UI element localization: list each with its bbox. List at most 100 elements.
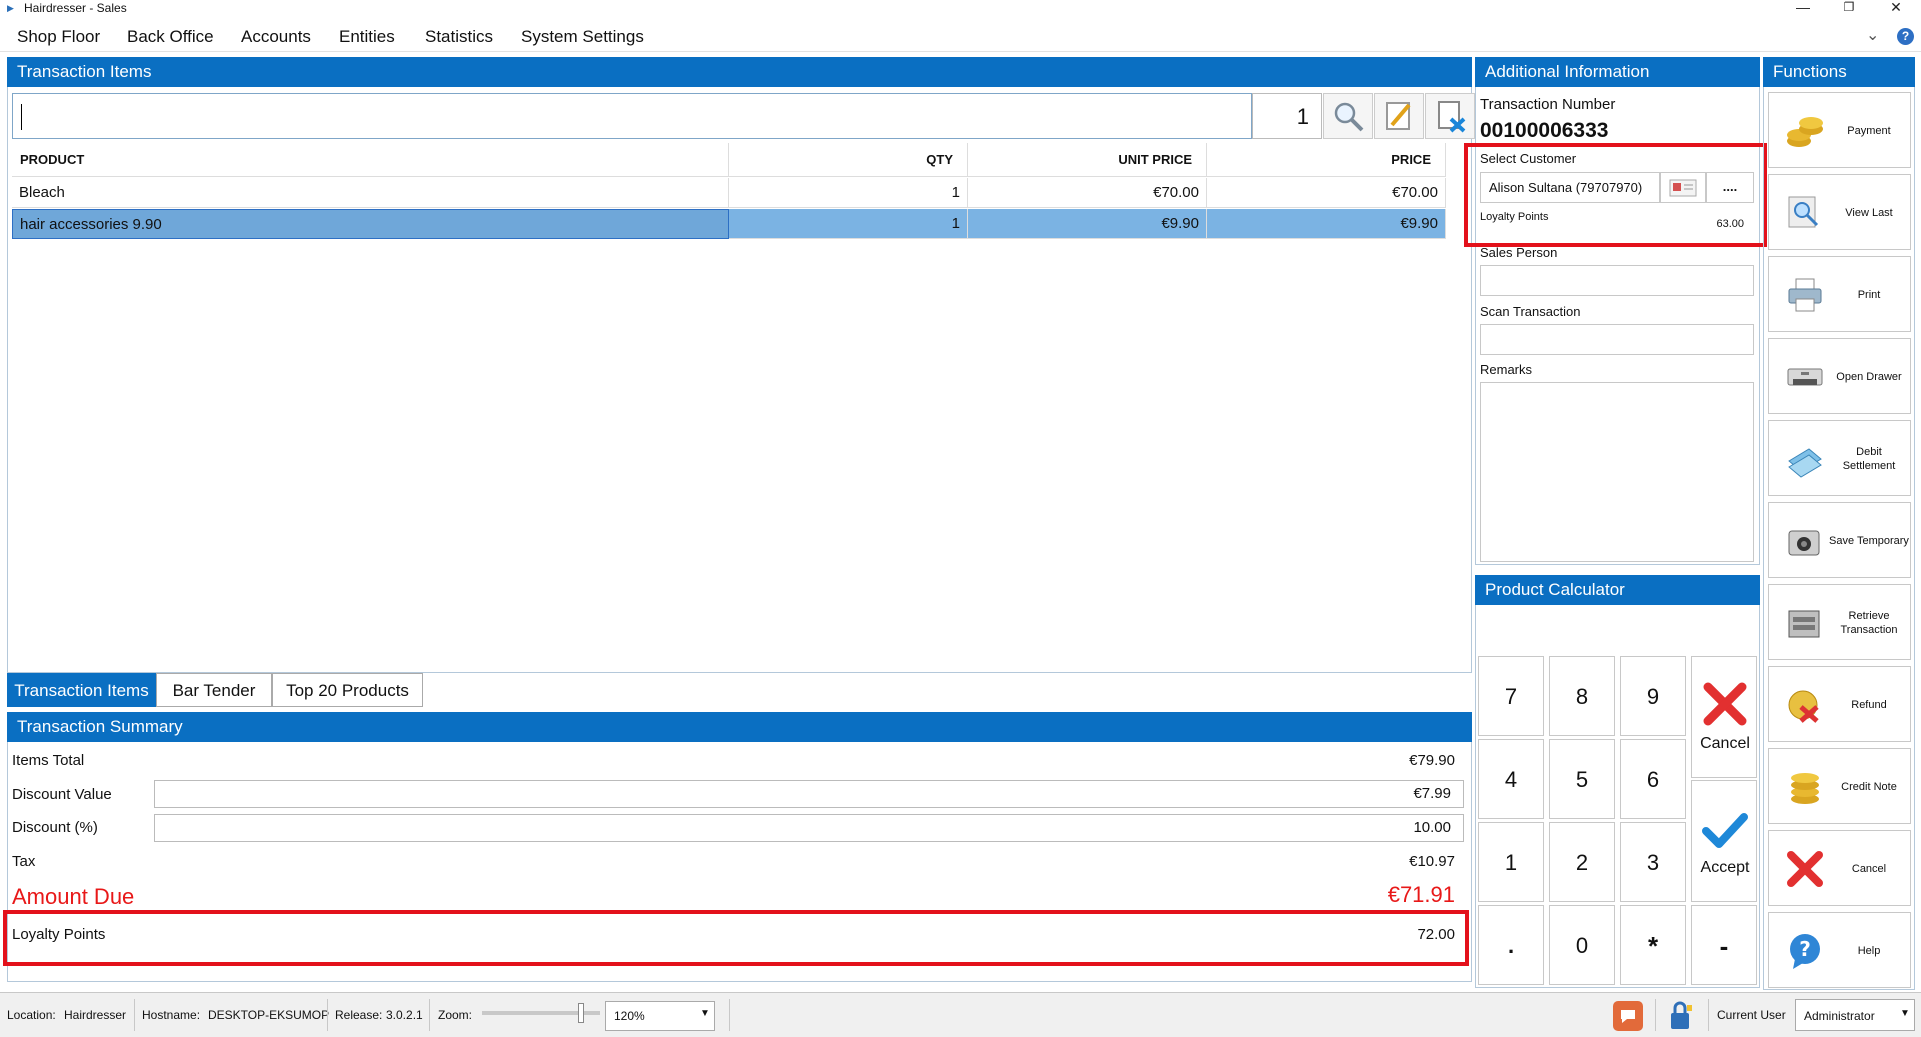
current-user-select[interactable]: Administrator ▼ [1795, 999, 1915, 1031]
folder-retrieve-icon [1785, 603, 1825, 643]
open-drawer-button[interactable]: Open Drawer [1768, 338, 1911, 414]
retrieve-transaction-button[interactable]: Retrieve Transaction [1768, 584, 1911, 660]
cell-price: €9.90 [1207, 209, 1446, 239]
tax-label: Tax [12, 853, 36, 870]
zoom-label: Zoom: [438, 1008, 473, 1022]
credit-note-button[interactable]: Credit Note [1768, 748, 1911, 824]
banknotes-icon [1785, 439, 1825, 479]
close-icon[interactable]: ✕ [1876, 0, 1916, 17]
amount-due-value: €71.91 [1387, 882, 1455, 907]
discount-percent-field[interactable]: 10.00 [154, 814, 1464, 842]
app-icon: ▶ [7, 3, 14, 13]
id-card-icon [1669, 179, 1697, 196]
print-button[interactable]: Print [1768, 256, 1911, 332]
menu-statistics[interactable]: Statistics [425, 27, 493, 47]
menu-back-office[interactable]: Back Office [127, 27, 214, 47]
calc-accept-label: Accept [1700, 859, 1750, 876]
cell-unit-price: €70.00 [968, 178, 1207, 208]
menu-shop-floor[interactable]: Shop Floor [17, 27, 100, 47]
calc-key-8[interactable]: 8 [1549, 656, 1615, 736]
svg-text:?: ? [1799, 937, 1811, 961]
calc-key-minus[interactable]: - [1691, 905, 1757, 985]
coin-stack-icon [1785, 767, 1825, 807]
calc-key-6[interactable]: 6 [1620, 739, 1686, 819]
scan-transaction-label: Scan Transaction [1480, 304, 1581, 319]
help-button[interactable]: ? Help [1768, 912, 1911, 988]
calc-cancel-button[interactable]: Cancel [1691, 656, 1757, 778]
discount-value-field[interactable]: €7.99 [154, 780, 1464, 808]
table-row-selected[interactable]: hair accessories 9.90 1 €9.90 €9.90 [12, 209, 1458, 239]
quantity-input[interactable]: 1 [1252, 93, 1322, 139]
customer-card-button[interactable] [1660, 172, 1706, 203]
edit-item-button[interactable] [1374, 93, 1424, 139]
refund-label: Refund [1851, 699, 1887, 711]
restore-icon[interactable]: ❐ [1829, 0, 1869, 17]
calc-key-1[interactable]: 1 [1478, 822, 1544, 902]
delete-document-icon [1438, 101, 1466, 133]
calc-accept-button[interactable]: Accept [1691, 780, 1757, 902]
items-total-value: €79.90 [1409, 752, 1455, 769]
remarks-field[interactable] [1480, 382, 1754, 562]
help-icon[interactable]: ? [1897, 28, 1914, 45]
calc-key-3[interactable]: 3 [1620, 822, 1686, 902]
status-bar: Location: Hairdresser Hostname: DESKTOP-… [0, 992, 1921, 1037]
zoom-select[interactable]: 120% ▼ [605, 1001, 715, 1031]
amount-due-label: Amount Due [12, 884, 135, 909]
remove-item-button[interactable] [1425, 93, 1475, 139]
product-search-input[interactable] [12, 93, 1252, 139]
column-header-product[interactable]: PRODUCT [12, 143, 729, 177]
minimize-icon[interactable]: — [1783, 0, 1823, 17]
calc-key-0[interactable]: 0 [1549, 905, 1615, 985]
customer-browse-button[interactable]: .... [1706, 172, 1754, 203]
red-x-icon [1703, 682, 1747, 726]
column-header-unit-price[interactable]: UNIT PRICE [968, 143, 1207, 177]
sales-person-field[interactable] [1480, 265, 1754, 296]
sales-person-label: Sales Person [1480, 245, 1558, 260]
tab-top-20-products[interactable]: Top 20 Products [272, 673, 423, 707]
view-last-button[interactable]: View Last [1768, 174, 1911, 250]
view-search-icon [1785, 193, 1825, 233]
calc-key-2[interactable]: 2 [1549, 822, 1615, 902]
payment-button[interactable]: Payment [1768, 92, 1911, 168]
calc-key-7[interactable]: 7 [1478, 656, 1544, 736]
printer-icon [1785, 275, 1825, 315]
column-header-price[interactable]: PRICE [1207, 143, 1446, 177]
save-temporary-button[interactable]: Save Temporary [1768, 502, 1911, 578]
retrieve-transaction-label: Retrieve Transaction [1840, 610, 1898, 636]
help-bubble-icon: ? [1785, 931, 1825, 971]
table-row[interactable]: Bleach 1 €70.00 €70.00 [12, 178, 1458, 208]
coins-icon [1785, 111, 1825, 151]
menu-entities[interactable]: Entities [339, 27, 395, 47]
chat-bubble-icon [1621, 1010, 1635, 1023]
search-button[interactable] [1323, 93, 1373, 139]
cancel-transaction-label: Cancel [1851, 863, 1887, 875]
edit-note-icon [1386, 102, 1411, 130]
customer-field[interactable]: Alison Sultana (79707970) [1480, 172, 1660, 203]
column-header-qty[interactable]: QTY [729, 143, 968, 177]
menu-accounts[interactable]: Accounts [241, 27, 311, 47]
cancel-transaction-button[interactable]: Cancel [1768, 830, 1911, 906]
notification-button[interactable] [1613, 1001, 1643, 1031]
calc-key-decimal[interactable]: . [1478, 905, 1544, 985]
calc-key-9[interactable]: 9 [1620, 656, 1686, 736]
print-label: Print [1857, 289, 1881, 301]
payment-label: Payment [1847, 125, 1891, 137]
refund-button[interactable]: Refund [1768, 666, 1911, 742]
zoom-value: 120% [614, 1009, 645, 1023]
zoom-slider[interactable] [482, 1003, 600, 1023]
calc-key-multiply[interactable]: * [1620, 905, 1686, 985]
tab-bar-tender[interactable]: Bar Tender [156, 673, 272, 707]
product-calculator-header: Product Calculator [1475, 575, 1760, 605]
calc-key-4[interactable]: 4 [1478, 739, 1544, 819]
zoom-slider-thumb[interactable] [578, 1003, 584, 1023]
cell-qty: 1 [729, 178, 968, 208]
tab-transaction-items[interactable]: Transaction Items [7, 673, 156, 707]
chevron-down-icon[interactable]: ⌄ [1866, 25, 1879, 45]
lock-button[interactable] [1665, 999, 1699, 1033]
scan-transaction-field[interactable] [1480, 324, 1754, 355]
open-drawer-label: Open Drawer [1836, 371, 1902, 383]
menu-system-settings[interactable]: System Settings [521, 27, 644, 47]
items-total-label: Items Total [12, 752, 85, 769]
calc-key-5[interactable]: 5 [1549, 739, 1615, 819]
debit-settlement-button[interactable]: Debit Settlement [1768, 420, 1911, 496]
